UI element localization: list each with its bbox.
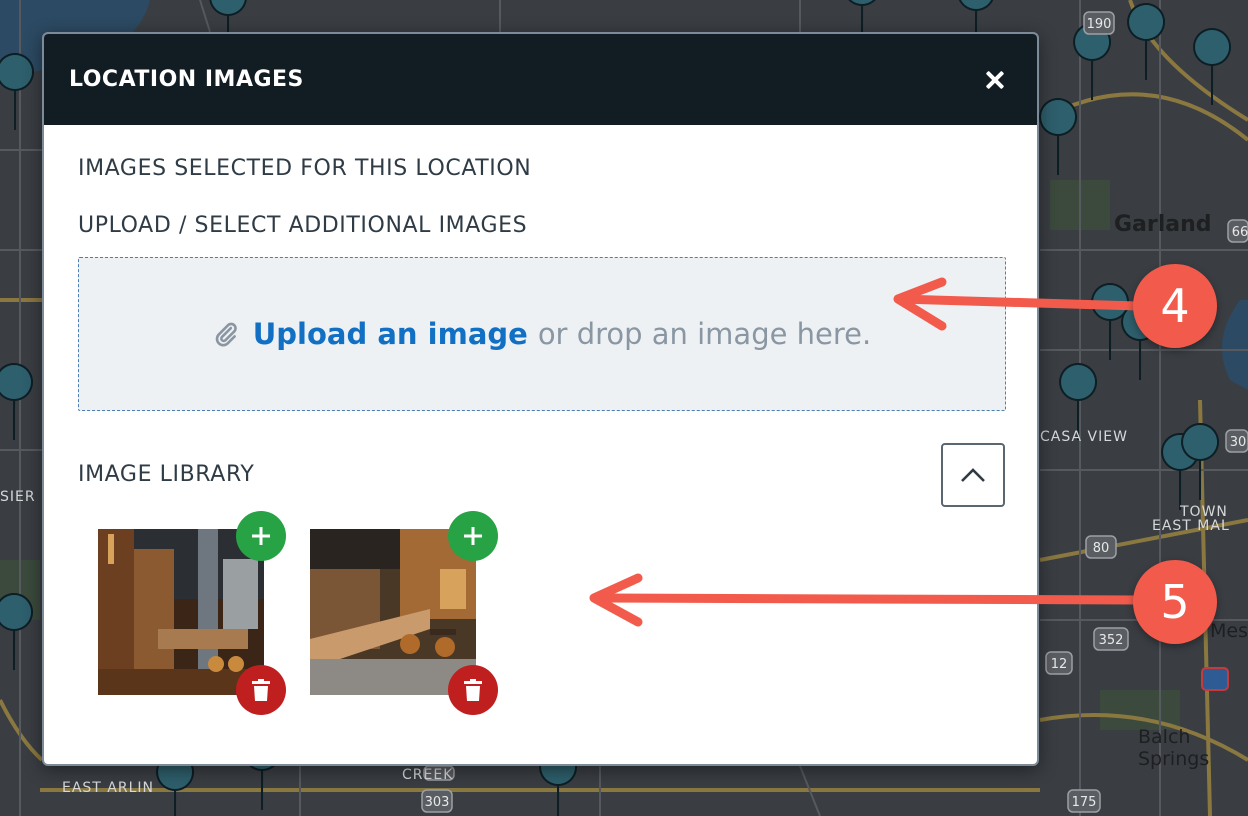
map-label-balch-springs: Balch Springs xyxy=(1138,726,1210,770)
chevron-up-icon xyxy=(961,468,985,482)
svg-text:12: 12 xyxy=(1051,657,1068,672)
svg-text:190: 190 xyxy=(1087,17,1112,32)
upload-heading: UPLOAD / SELECT ADDITIONAL IMAGES xyxy=(78,213,528,238)
dropzone-content: Upload an image or drop an image here. xyxy=(213,317,872,351)
map-label-casa-view: CASA VIEW xyxy=(1040,429,1128,445)
delete-image-button[interactable] xyxy=(448,665,498,715)
collapse-library-button[interactable] xyxy=(941,443,1005,507)
drop-image-text: or drop an image here. xyxy=(537,317,872,351)
selected-images-heading: IMAGES SELECTED FOR THIS LOCATION xyxy=(78,156,532,181)
add-image-button[interactable] xyxy=(448,511,498,561)
svg-text:80: 80 xyxy=(1093,541,1110,556)
paperclip-icon xyxy=(215,322,237,347)
map-label-east-arlin: EAST ARLIN xyxy=(62,780,155,796)
map-label-mes: Mes xyxy=(1210,620,1248,642)
library-image-1[interactable] xyxy=(98,511,286,715)
coffee-shop-image xyxy=(310,529,476,695)
map-label-sier: SIER xyxy=(0,489,36,505)
image-dropzone[interactable]: Upload an image or drop an image here. xyxy=(78,257,1006,411)
svg-text:66: 66 xyxy=(1232,225,1248,240)
annotation-badge-5: 5 xyxy=(1133,560,1217,644)
location-images-modal: LOCATION IMAGES IMAGES SELECTED FOR THIS… xyxy=(42,32,1039,766)
trash-icon xyxy=(464,679,482,701)
map-label-east-mal: EAST MAL xyxy=(1152,518,1230,534)
plus-icon xyxy=(464,527,482,545)
upload-image-link[interactable]: Upload an image xyxy=(253,317,528,351)
svg-text:352: 352 xyxy=(1099,633,1124,648)
image-library-heading: IMAGE LIBRARY xyxy=(78,462,255,487)
annotation-badge-4: 4 xyxy=(1133,264,1217,348)
add-image-button[interactable] xyxy=(236,511,286,561)
library-image-2[interactable] xyxy=(310,511,498,715)
close-icon[interactable] xyxy=(979,64,1011,96)
svg-text:30: 30 xyxy=(1230,435,1247,450)
map-label-creek: CREEK xyxy=(402,767,454,783)
cafe-interior-image xyxy=(98,529,264,695)
svg-text:175: 175 xyxy=(1072,795,1097,810)
modal-header: LOCATION IMAGES xyxy=(44,34,1037,125)
delete-image-button[interactable] xyxy=(236,665,286,715)
svg-text:303: 303 xyxy=(425,795,450,810)
plus-icon xyxy=(252,527,270,545)
map-label-garland: Garland xyxy=(1114,212,1212,237)
modal-title: LOCATION IMAGES xyxy=(69,67,304,92)
trash-icon xyxy=(252,679,270,701)
